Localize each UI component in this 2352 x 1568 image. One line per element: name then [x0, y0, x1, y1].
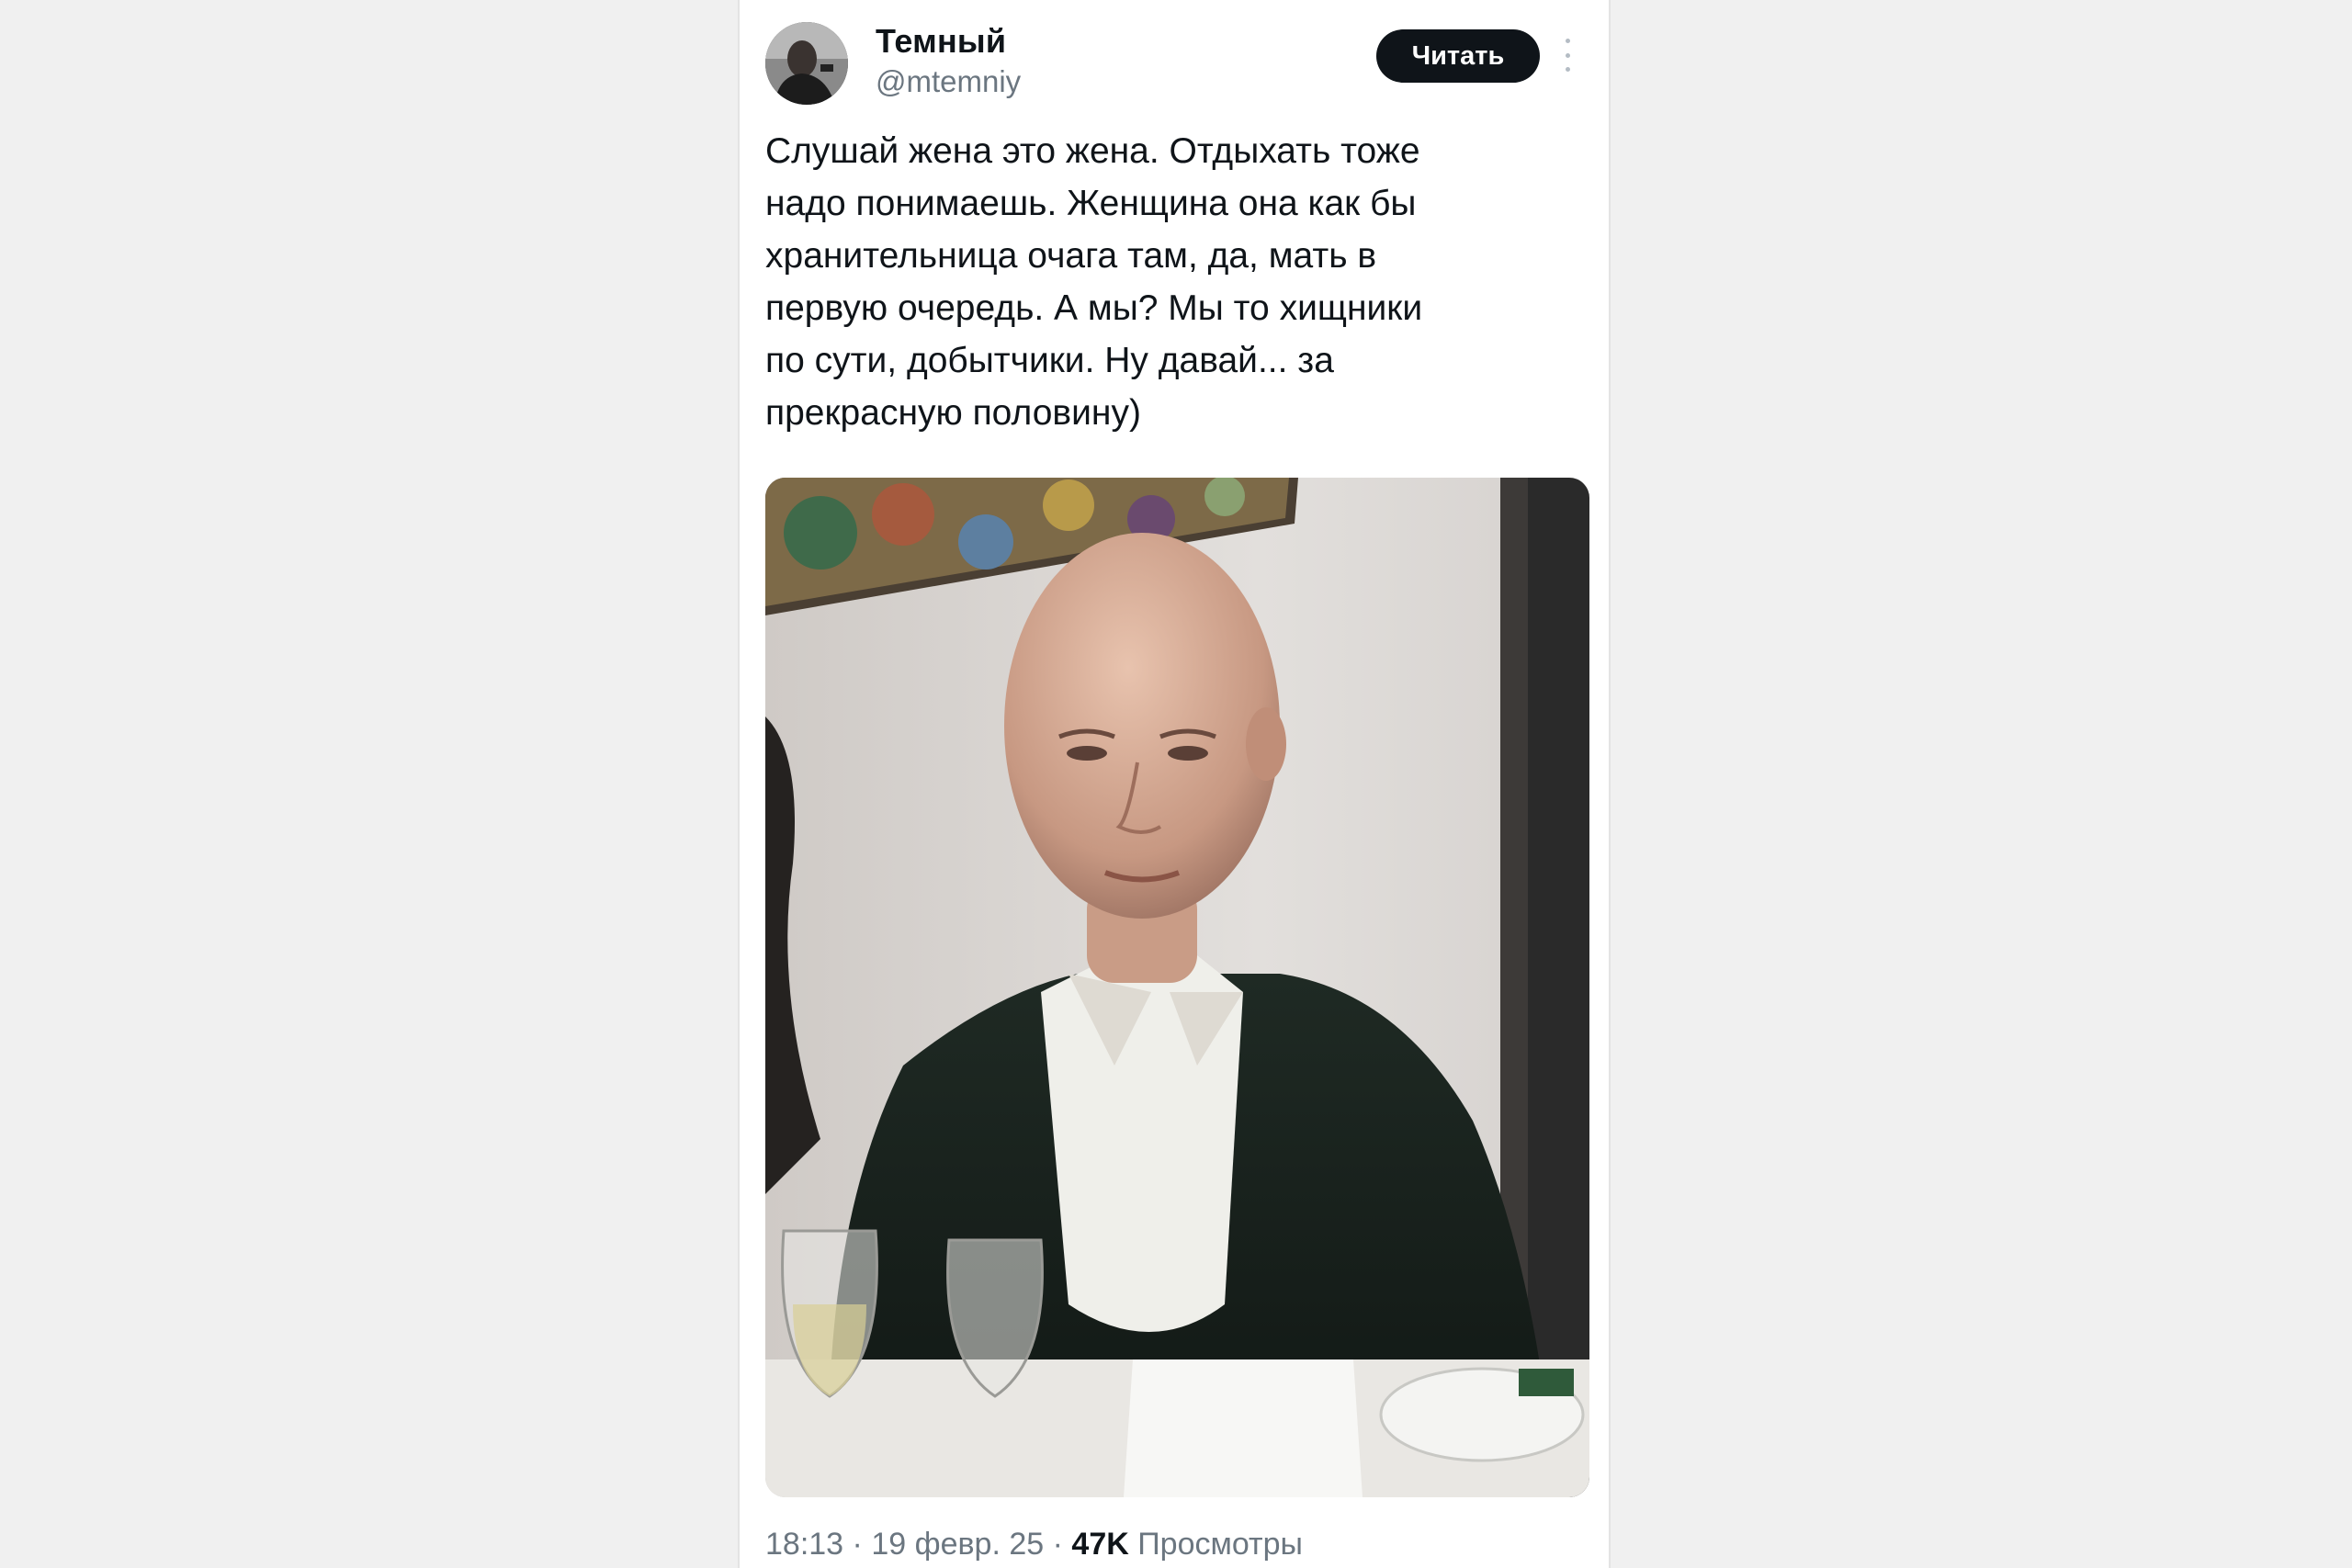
more-vertical-icon[interactable] [1560, 39, 1575, 72]
tweet-photo[interactable] [765, 478, 1589, 1497]
follow-button[interactable]: Читать [1376, 29, 1540, 83]
tweet-date[interactable]: 19 февр. 25 [871, 1527, 1044, 1562]
views-count[interactable]: 47K [1071, 1527, 1128, 1562]
author-display-name[interactable]: Темный [876, 22, 1006, 61]
more-dot [1565, 52, 1570, 58]
tweet-card: Темный @mtemniy Читать Слушай жена это ж… [738, 0, 1611, 1568]
meta-separator: · [1052, 1527, 1063, 1562]
tweet-text: Слушай жена это жена. Отдыхать тоже надо… [765, 131, 1423, 433]
views-label: Просмотры [1137, 1527, 1303, 1562]
meta-separator: · [852, 1527, 863, 1562]
author-handle[interactable]: @mtemniy [876, 64, 1021, 99]
more-dot [1565, 39, 1570, 43]
tweet-meta: 18:13 · 19 февр. 25 · 47K Просмотры [765, 1527, 1303, 1562]
tweet-time[interactable]: 18:13 [765, 1527, 843, 1562]
author-avatar[interactable] [765, 22, 848, 105]
more-dot [1565, 67, 1570, 72]
